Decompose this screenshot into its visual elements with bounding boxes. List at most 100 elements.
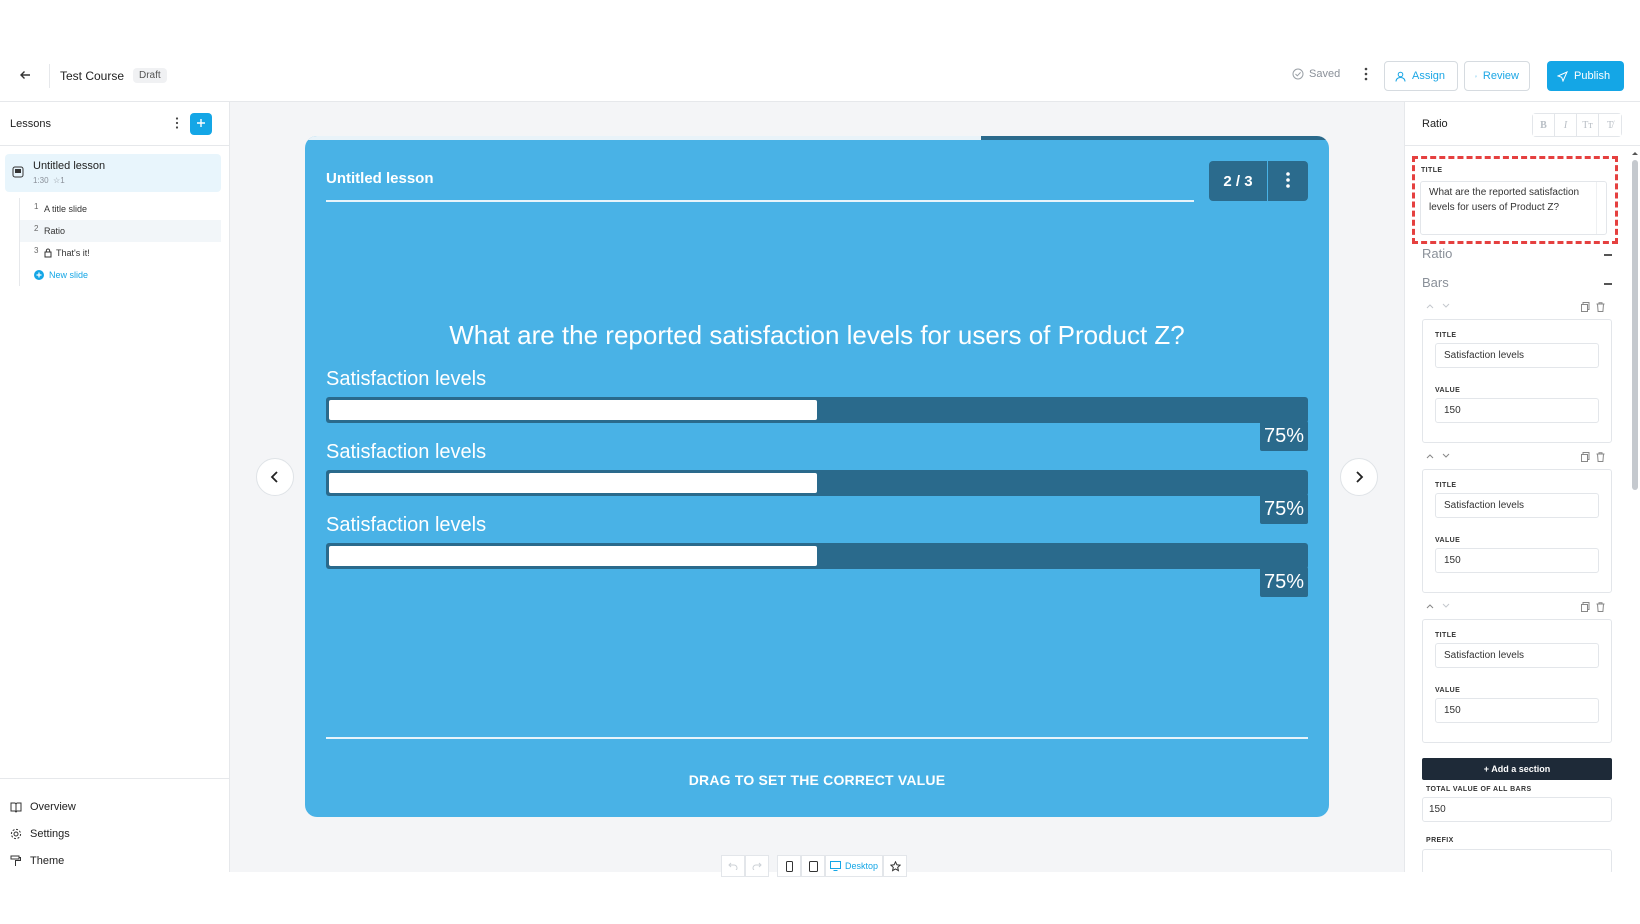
sidebar-title: Lessons bbox=[10, 118, 51, 130]
gear-icon bbox=[10, 828, 22, 839]
back-button[interactable] bbox=[14, 64, 36, 86]
slide-menu-button[interactable] bbox=[1268, 161, 1308, 201]
move-up-icon[interactable] bbox=[1426, 303, 1434, 309]
title-field-label: TITLE bbox=[1421, 167, 1443, 174]
bar-value-input[interactable]: 150 bbox=[1435, 698, 1599, 723]
slide-number: 1 bbox=[34, 202, 39, 211]
bar-slider[interactable] bbox=[326, 397, 1308, 423]
sidebar-bottom-nav: Overview Settings Theme bbox=[0, 778, 229, 874]
title-textarea[interactable]: What are the reported satisfaction level… bbox=[1420, 181, 1607, 235]
paint-roller-icon bbox=[10, 855, 21, 866]
bar-value-input[interactable]: 150 bbox=[1435, 398, 1599, 423]
sidebar-header: Lessons bbox=[0, 102, 229, 146]
desktop-view-button[interactable]: Desktop bbox=[825, 855, 884, 877]
slide-progress-bar bbox=[305, 136, 1329, 140]
slide-item-3[interactable]: 3 That's it! bbox=[20, 242, 221, 264]
slide-preview: Untitled lesson 2 / 3 What are the repor… bbox=[305, 136, 1329, 817]
panel-scrollbar[interactable] bbox=[1631, 150, 1639, 870]
review-button[interactable]: Review bbox=[1464, 61, 1530, 91]
new-slide-button[interactable]: New slide bbox=[20, 264, 221, 286]
bar-slider[interactable] bbox=[326, 470, 1308, 496]
top-bar: Test Course Draft Saved Assign Review Pu… bbox=[0, 50, 1640, 102]
publish-button[interactable]: Publish bbox=[1547, 61, 1624, 91]
lesson-item[interactable]: Untitled lesson 1:30 ☆1 bbox=[5, 154, 221, 192]
more-options-button[interactable] bbox=[1360, 65, 1372, 85]
add-lesson-button[interactable] bbox=[190, 113, 212, 135]
slide-item-2[interactable]: 2 Ratio bbox=[20, 220, 221, 242]
ratio-section-header[interactable]: Ratio bbox=[1422, 246, 1612, 261]
bar-slider[interactable] bbox=[326, 543, 1308, 569]
lesson-stars: 1 bbox=[60, 176, 65, 185]
add-section-button[interactable]: + Add a section bbox=[1422, 758, 1612, 780]
italic-button[interactable]: I bbox=[1555, 114, 1577, 136]
bar-value-input[interactable]: 150 bbox=[1435, 548, 1599, 573]
slide-item-1[interactable]: 1 A title slide bbox=[20, 198, 221, 220]
monitor-icon bbox=[830, 861, 841, 871]
clear-format-button[interactable]: T̸ bbox=[1599, 114, 1621, 136]
lessons-sidebar: Lessons Untitled lesson 1:30 ☆1 1 A titl… bbox=[0, 102, 230, 872]
scroll-up-icon[interactable] bbox=[1631, 150, 1639, 156]
bar-title: Satisfaction levels bbox=[326, 514, 487, 536]
check-circle-icon bbox=[1292, 68, 1304, 80]
bar-title-input[interactable]: Satisfaction levels bbox=[1435, 493, 1599, 518]
bars-section-header[interactable]: Bars bbox=[1422, 275, 1612, 290]
move-down-icon[interactable] bbox=[1442, 603, 1450, 609]
slide-instruction: DRAG TO SET THE CORRECT VALUE bbox=[688, 772, 946, 788]
title-field-highlight: TITLE What are the reported satisfaction… bbox=[1412, 156, 1618, 244]
move-down-icon[interactable] bbox=[1442, 453, 1450, 459]
trash-icon[interactable] bbox=[1596, 452, 1605, 462]
undo-button[interactable] bbox=[721, 855, 745, 877]
overview-link[interactable]: Overview bbox=[0, 793, 229, 820]
desktop-label: Desktop bbox=[845, 861, 879, 871]
prefix-label: PREFIX bbox=[1426, 837, 1454, 844]
favorite-button[interactable] bbox=[883, 855, 908, 877]
slide-number: 2 bbox=[34, 224, 39, 233]
move-up-icon[interactable] bbox=[1426, 603, 1434, 609]
collapse-icon[interactable] bbox=[1604, 283, 1612, 285]
kebab-icon bbox=[1364, 67, 1368, 80]
theme-link[interactable]: Theme bbox=[0, 847, 229, 874]
move-up-icon[interactable] bbox=[1426, 453, 1434, 459]
bold-button[interactable]: B bbox=[1533, 114, 1555, 136]
copy-icon[interactable] bbox=[1581, 452, 1590, 462]
bar-title-input[interactable]: Satisfaction levels bbox=[1435, 643, 1599, 668]
total-value-label: TOTAL VALUE OF ALL BARS bbox=[1426, 786, 1532, 793]
text-format-toolbar: B I Tт T̸ bbox=[1532, 113, 1622, 137]
scrollbar-thumb[interactable] bbox=[1632, 160, 1638, 490]
bar-slider-fill bbox=[329, 400, 817, 420]
redo-button[interactable] bbox=[745, 855, 769, 877]
copy-icon[interactable] bbox=[1581, 302, 1590, 312]
editor-canvas: Untitled lesson 2 / 3 What are the repor… bbox=[230, 102, 1404, 877]
collapse-icon[interactable] bbox=[1604, 254, 1612, 256]
next-slide-button[interactable] bbox=[1340, 458, 1378, 496]
bar-title-label: TITLE bbox=[1435, 632, 1457, 639]
publish-label: Publish bbox=[1574, 70, 1611, 82]
slide-label: Ratio bbox=[44, 226, 66, 236]
lock-icon bbox=[44, 248, 52, 258]
bar-title-input[interactable]: Satisfaction levels bbox=[1435, 343, 1599, 368]
move-down-icon[interactable] bbox=[1442, 303, 1450, 309]
settings-link[interactable]: Settings bbox=[0, 820, 229, 847]
settings-label: Settings bbox=[30, 827, 70, 840]
bar-title-label: TITLE bbox=[1435, 332, 1457, 339]
textarea-scrollbar[interactable] bbox=[1596, 182, 1606, 234]
text-size-button[interactable]: Tт bbox=[1577, 114, 1599, 136]
total-value-input[interactable]: 150 bbox=[1422, 797, 1612, 822]
undo-icon bbox=[728, 862, 738, 870]
slide-label: A title slide bbox=[44, 204, 88, 214]
mobile-view-button[interactable] bbox=[777, 855, 801, 877]
prefix-input[interactable] bbox=[1422, 849, 1612, 872]
lesson-icon bbox=[12, 166, 24, 178]
trash-icon[interactable] bbox=[1596, 602, 1605, 612]
trash-icon[interactable] bbox=[1596, 302, 1605, 312]
sidebar-more-button[interactable] bbox=[172, 115, 182, 133]
ratio-bar: Satisfaction levels 75% bbox=[326, 441, 1308, 524]
tablet-view-button[interactable] bbox=[801, 855, 825, 877]
previous-slide-button[interactable] bbox=[256, 458, 294, 496]
copy-icon[interactable] bbox=[1581, 602, 1590, 612]
device-toolbar: Desktop bbox=[721, 854, 908, 878]
assign-button[interactable]: Assign bbox=[1384, 61, 1458, 91]
overview-label: Overview bbox=[30, 800, 76, 813]
course-title: Test Course bbox=[60, 69, 125, 83]
plus-circle-icon bbox=[34, 270, 44, 280]
